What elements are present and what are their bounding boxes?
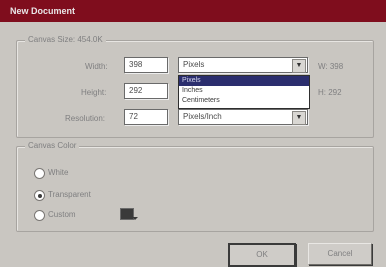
radio-white-label[interactable]: White [48, 168, 68, 177]
cancel-button[interactable]: Cancel [308, 243, 372, 265]
canvas-color-legend: Canvas Color [25, 141, 80, 150]
radio-transparent[interactable] [34, 190, 45, 201]
canvas-size-legend: Canvas Size: 454.0K [25, 35, 106, 44]
title-bar: New Document [0, 0, 386, 22]
dropdown-option-inches[interactable]: Inches [179, 86, 309, 96]
radio-transparent-label[interactable]: Transparent [48, 190, 91, 199]
resolution-field[interactable]: 72 [124, 109, 168, 125]
window-title: New Document [10, 6, 76, 16]
chevron-down-icon[interactable]: ▼ [292, 59, 306, 73]
height-readout: H: 292 [318, 88, 342, 97]
height-value: 292 [129, 86, 143, 95]
width-unit-value: Pixels [183, 60, 205, 69]
radio-white[interactable] [34, 168, 45, 179]
chevron-down-icon[interactable]: ▼ [292, 111, 306, 125]
ok-button[interactable]: OK [228, 243, 296, 267]
resolution-label: Resolution: [65, 114, 106, 123]
radio-custom[interactable] [34, 210, 45, 221]
radio-selected-dot [37, 193, 42, 198]
height-field[interactable]: 292 [124, 83, 168, 99]
width-unit-select[interactable]: Pixels ▼ [178, 57, 308, 73]
radio-custom-label[interactable]: Custom [48, 210, 76, 219]
width-label: Width: [85, 62, 108, 71]
triangle-down-icon[interactable] [132, 217, 138, 220]
dropdown-option-centimeters[interactable]: Centimeters [179, 96, 309, 106]
dropdown-option-pixels[interactable]: Pixels [179, 76, 309, 86]
unit-dropdown-list: Pixels Inches Centimeters [178, 75, 310, 109]
cancel-button-label: Cancel [327, 249, 353, 258]
resolution-unit-select[interactable]: Pixels/Inch ▼ [178, 109, 308, 125]
height-label: Height: [81, 88, 107, 97]
width-value: 398 [129, 60, 143, 69]
resolution-value: 72 [129, 112, 138, 121]
resolution-unit-value: Pixels/Inch [183, 112, 222, 121]
canvas-color-group: Canvas Color [16, 141, 374, 232]
ok-button-label: OK [256, 250, 268, 259]
width-field[interactable]: 398 [124, 57, 168, 73]
width-readout: W: 398 [318, 62, 344, 71]
